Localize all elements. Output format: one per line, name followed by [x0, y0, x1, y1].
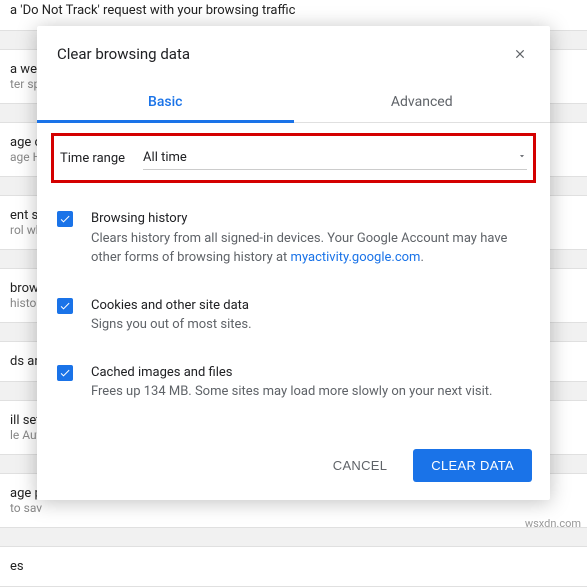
option-desc: Frees up 134 MB. Some sites may load mor…: [91, 382, 492, 402]
options-list: Browsing history Clears history from all…: [37, 191, 550, 435]
close-icon[interactable]: [510, 44, 530, 64]
clear-browsing-data-dialog: Clear browsing data Basic Advanced Time …: [37, 26, 550, 500]
watermark: wsxdn.com: [525, 517, 581, 530]
checkbox-cookies[interactable]: [57, 298, 73, 314]
bg-sub: to sav: [10, 501, 577, 515]
cancel-button[interactable]: CANCEL: [315, 449, 406, 482]
checkbox-cached[interactable]: [57, 365, 73, 381]
bg-text: a 'Do Not Track' request with your brows…: [10, 3, 295, 18]
option-desc: Signs you out of most sites.: [91, 315, 252, 335]
option-cookies: Cookies and other site data Signs you ou…: [57, 296, 530, 335]
time-range-highlight: Time range All time: [51, 133, 536, 183]
time-range-select[interactable]: All time: [143, 146, 527, 170]
option-cached: Cached images and files Frees up 134 MB.…: [57, 363, 530, 402]
bg-text: es: [10, 559, 577, 574]
myactivity-link[interactable]: myactivity.google.com: [291, 250, 421, 265]
tabs: Basic Advanced: [37, 82, 550, 123]
dialog-title: Clear browsing data: [57, 45, 190, 63]
checkbox-browsing-history[interactable]: [57, 211, 73, 227]
clear-data-button[interactable]: CLEAR DATA: [413, 449, 532, 482]
tab-advanced[interactable]: Advanced: [294, 82, 551, 122]
option-title: Cached images and files: [91, 363, 492, 383]
tab-basic[interactable]: Basic: [37, 82, 294, 122]
option-browsing-history: Browsing history Clears history from all…: [57, 209, 530, 268]
option-title: Cookies and other site data: [91, 296, 252, 316]
option-title: Browsing history: [91, 209, 530, 229]
time-range-value: All time: [143, 150, 187, 165]
option-desc: Clears history from all signed-in device…: [91, 229, 530, 268]
chevron-down-icon: [517, 150, 527, 165]
time-range-label: Time range: [60, 151, 125, 166]
